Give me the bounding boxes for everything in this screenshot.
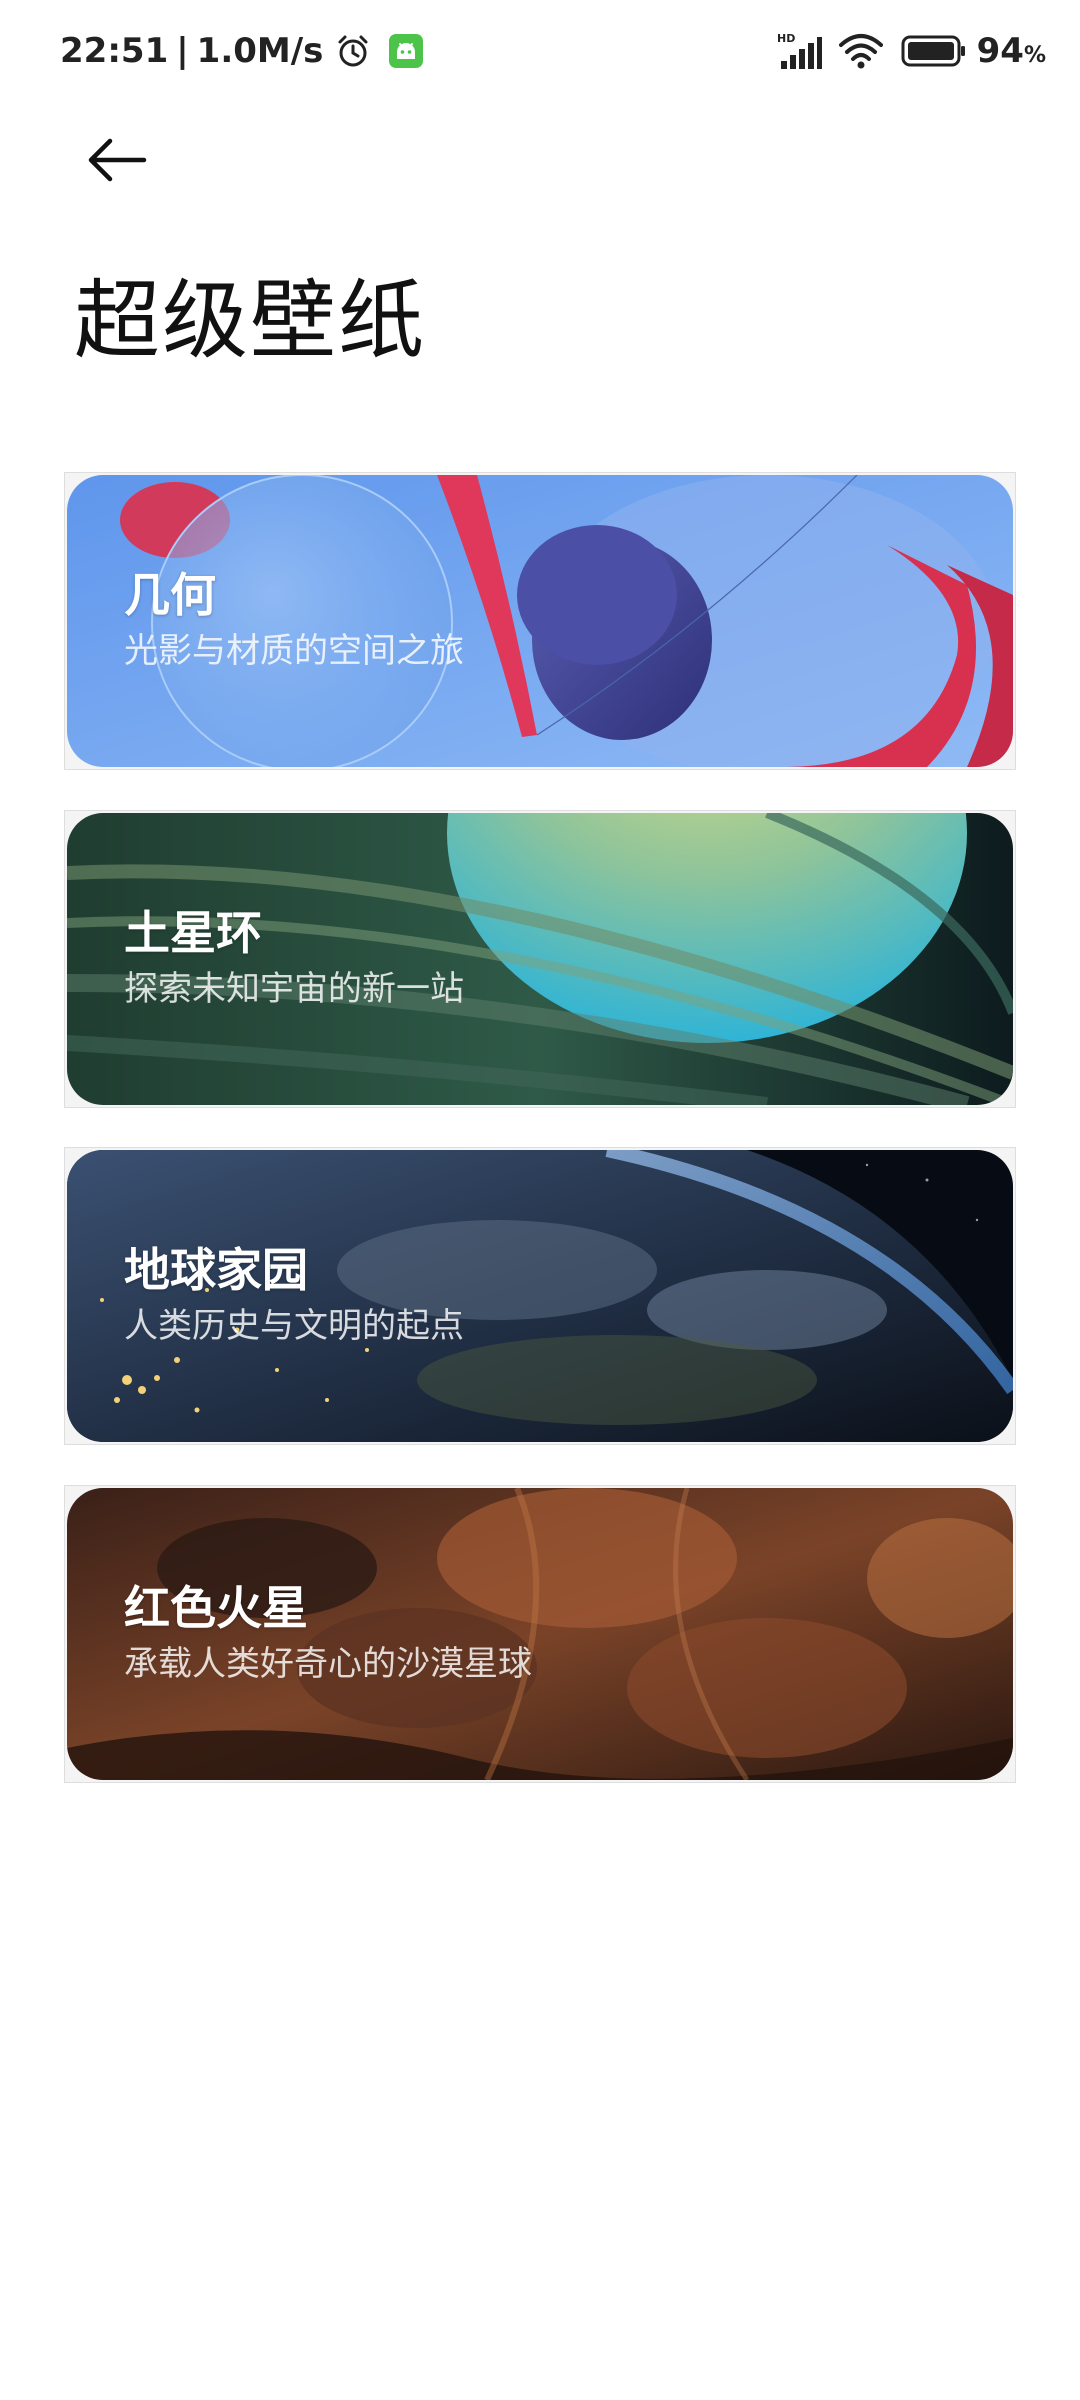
back-button[interactable]: [72, 120, 162, 200]
card-inner: 土星环 探索未知宇宙的新一站: [67, 813, 1013, 1105]
android-app-icon: [389, 34, 424, 68]
super-wallpaper-page: 22:51 | 1.0M/s HD 94% 超级壁纸 几何 光影与材质的空间之旅…: [0, 0, 1080, 2400]
page-title: 超级壁纸: [74, 271, 426, 371]
wallpaper-card-earth[interactable]: 地球家园 人类历史与文明的起点: [64, 1147, 1016, 1445]
card-text: 地球家园 人类历史与文明的起点: [124, 1240, 464, 1350]
network-speed: 1.0M/s: [196, 31, 324, 71]
card-inner: 几何 光影与材质的空间之旅: [67, 475, 1013, 767]
wallpaper-card-geometry[interactable]: 几何 光影与材质的空间之旅: [64, 472, 1016, 770]
network-type-label: HD: [777, 32, 795, 45]
card-title: 地球家园: [124, 1243, 308, 1297]
card-title: 土星环: [124, 906, 262, 960]
card-inner: 地球家园 人类历史与文明的起点: [67, 1150, 1013, 1442]
card-inner: 红色火星 承载人类好奇心的沙漠星球: [67, 1488, 1013, 1780]
card-text: 红色火星 承载人类好奇心的沙漠星球: [124, 1578, 532, 1688]
back-arrow-icon: [88, 138, 147, 182]
card-subtitle: 光影与材质的空间之旅: [124, 631, 464, 671]
card-title: 几何: [124, 568, 216, 622]
wifi-icon: [838, 33, 883, 69]
card-text: 几何 光影与材质的空间之旅: [124, 565, 464, 675]
status-right: HD 94%: [775, 28, 1046, 74]
battery-value: 94: [976, 31, 1024, 71]
cellular-signal-icon: HD: [775, 31, 823, 71]
card-text: 土星环 探索未知宇宙的新一站: [124, 903, 464, 1013]
card-subtitle: 人类历史与文明的起点: [124, 1306, 464, 1346]
card-title: 红色火星: [124, 1581, 308, 1635]
battery-percentage: 94%: [977, 31, 1046, 71]
battery-icon: [901, 35, 967, 67]
alarm-clock-icon: [335, 33, 371, 69]
status-left: 22:51 | 1.0M/s: [60, 28, 424, 74]
card-subtitle: 探索未知宇宙的新一站: [124, 969, 464, 1009]
status-separator: |: [176, 31, 189, 71]
wallpaper-card-mars[interactable]: 红色火星 承载人类好奇心的沙漠星球: [64, 1485, 1016, 1783]
wallpaper-card-saturn[interactable]: 土星环 探索未知宇宙的新一站: [64, 810, 1016, 1108]
status-time: 22:51: [60, 31, 169, 71]
battery-unit: %: [1023, 43, 1046, 68]
card-subtitle: 承载人类好奇心的沙漠星球: [124, 1644, 532, 1684]
status-bar: 22:51 | 1.0M/s HD 94%: [0, 0, 1080, 100]
